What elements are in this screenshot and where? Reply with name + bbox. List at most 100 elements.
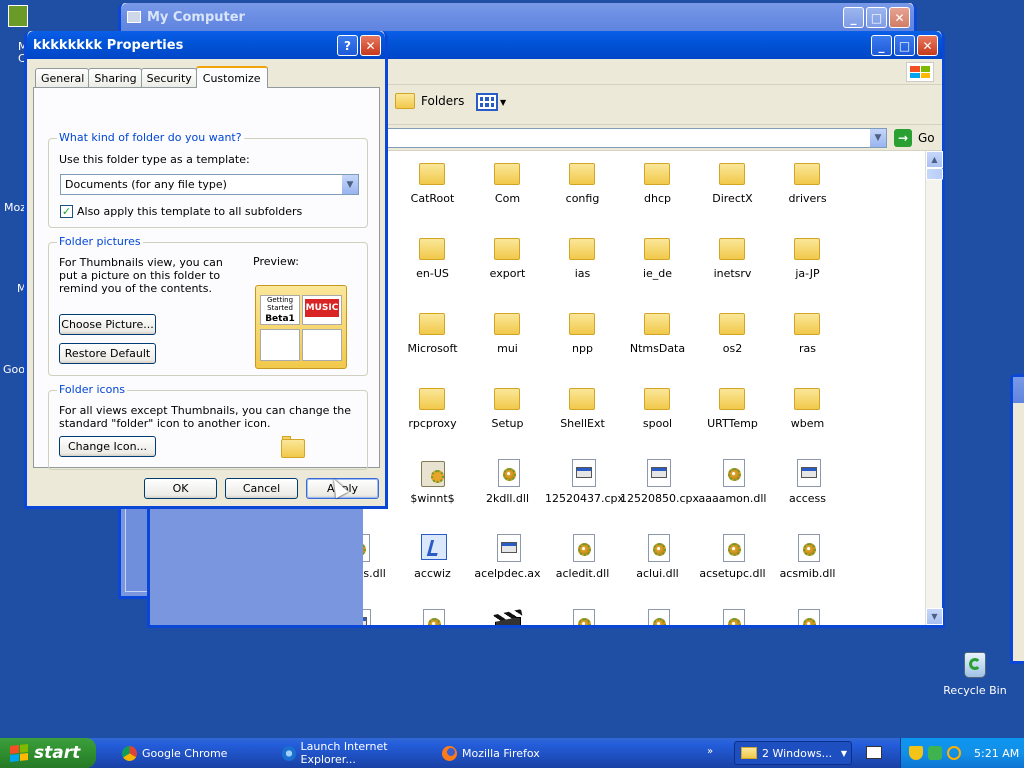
file-item[interactable]: acelpdec.ax [470,534,545,580]
my-computer-titlebar[interactable]: My Computer _ □ ✕ [121,3,914,31]
recycle-bin[interactable]: Recycle Bin [940,650,1010,697]
file-item[interactable] [363,609,395,625]
start-button[interactable]: start [0,738,96,768]
maximize-button[interactable]: □ [866,7,887,28]
file-item[interactable]: rpcproxy [395,384,470,430]
folder-icon [717,309,749,339]
file-item[interactable]: aclui.dll [620,534,695,580]
vertical-scrollbar[interactable]: ▲ ▼ [925,151,943,625]
restore-default-button[interactable]: Restore Default [59,343,156,364]
file-item[interactable]: mui [470,309,545,355]
file-item[interactable]: access [770,459,845,505]
minimize-button[interactable]: _ [871,35,892,56]
file-item[interactable]: 12520437.cpx [545,459,624,505]
search-icon[interactable] [947,746,961,760]
file-item[interactable]: config [545,159,620,205]
file-item[interactable]: drivers [770,159,845,205]
tab-security[interactable]: Security [140,68,197,88]
tab-sharing[interactable]: Sharing [88,68,142,88]
file-item[interactable]: acctres.dll [363,534,395,580]
file-item[interactable]: npp [545,309,620,355]
file-item[interactable] [545,609,620,625]
file-list[interactable]: 1033CatRootComconfigdhcpDirectXdriversTC… [363,151,925,625]
file-item[interactable]: inetsrv [695,234,770,280]
address-input[interactable]: ▼ [387,128,887,148]
apply-subfolders-checkbox[interactable]: ✓ [60,205,73,218]
file-item[interactable]: ias [545,234,620,280]
taskbar-group-windows[interactable]: 2 Windows... ▼ [734,741,852,765]
file-item[interactable]: ja-JP [770,234,845,280]
file-item[interactable]: acsetupc.dll [695,534,770,580]
file-item[interactable]: ShellExt [545,384,620,430]
taskbar-item-firefox[interactable]: Mozilla Firefox [436,741,592,765]
minimize-button[interactable]: _ [843,7,864,28]
file-item[interactable]: URTTemp [695,384,770,430]
dialog-title: kkkkkkkk Properties [33,37,184,53]
overflow-chevron-icon[interactable]: » [707,746,713,757]
file-item[interactable] [695,609,770,625]
security-shield-icon[interactable] [909,746,923,760]
views-button[interactable]: ▼ [476,93,506,111]
network-icon[interactable] [928,746,942,760]
file-item[interactable]: ie_de [620,234,695,280]
dialog-titlebar[interactable]: kkkkkkkk Properties ? ✕ [27,31,385,59]
offscreen-window-fragment[interactable] [1010,374,1024,664]
chevron-down-icon[interactable]: ▼ [341,175,358,194]
file-item[interactable]: en-US [395,234,470,280]
tab-general[interactable]: General [35,68,90,88]
address-dropdown-button[interactable]: ▼ [869,129,886,147]
close-button[interactable]: ✕ [889,7,910,28]
file-item[interactable] [470,609,545,625]
scroll-thumb[interactable] [926,168,943,180]
scroll-up-button[interactable]: ▲ [926,151,943,168]
taskbar-item-chrome[interactable]: Google Chrome [116,741,272,765]
ok-button[interactable]: OK [144,478,217,499]
file-item[interactable]: 2kdll.dll [470,459,545,505]
scroll-down-button[interactable]: ▼ [926,608,943,625]
file-item[interactable] [770,609,845,625]
file-item[interactable] [620,609,695,625]
taskbar-item-internet-explorer[interactable]: Launch Internet Explorer... [276,740,432,766]
folder-icon [567,309,599,339]
file-item[interactable]: export [470,234,545,280]
go-button[interactable]: → Go [894,129,935,147]
change-icon-button[interactable]: Change Icon... [59,436,156,457]
file-item[interactable]: Microsoft [395,309,470,355]
cancel-button[interactable]: Cancel [225,478,298,499]
file-item[interactable]: dhcp [620,159,695,205]
folder-icon [717,234,749,264]
tab-customize[interactable]: Customize [195,66,268,88]
folder-template-select[interactable]: Documents (for any file type) ▼ [60,174,359,195]
file-item[interactable]: spool [620,384,695,430]
file-item[interactable]: ras [770,309,845,355]
folders-button[interactable]: Folders [395,93,464,109]
folder-icon [567,234,599,264]
file-name: npp [572,342,593,355]
help-button[interactable]: ? [337,35,358,56]
file-item[interactable]: 12520850.cpx [620,459,699,505]
file-item[interactable]: wbem [770,384,845,430]
file-item[interactable]: Com [470,159,545,205]
apply-subfolders-option[interactable]: ✓ Also apply this template to all subfol… [60,205,302,218]
file-item[interactable]: os2 [695,309,770,355]
file-item[interactable]: NtmsData [620,309,695,355]
file-item[interactable]: $winnt$ [395,459,470,505]
file-item[interactable]: acsmib.dll [770,534,845,580]
file-item[interactable]: aaaamon.dll [695,459,770,505]
close-button[interactable]: ✕ [360,35,381,56]
file-item[interactable] [395,609,470,625]
file-item[interactable]: Setup [470,384,545,430]
desktop-icon-fragment[interactable] [8,5,28,27]
file-item[interactable]: accwiz [395,534,470,580]
properties-dialog[interactable]: kkkkkkkk Properties ? ✕ General Sharing … [24,31,388,509]
close-button[interactable]: ✕ [917,35,938,56]
file-item[interactable]: acledit.dll [545,534,620,580]
maximize-button[interactable]: □ [894,35,915,56]
file-name: Setup [491,417,524,430]
setup-file-icon [417,459,449,489]
choose-picture-button[interactable]: Choose Picture... [59,314,156,335]
file-item[interactable]: DirectX [695,159,770,205]
file-item[interactable]: CatRoot [395,159,470,205]
dll-file-icon [792,534,824,564]
keyboard-icon[interactable] [866,746,882,759]
